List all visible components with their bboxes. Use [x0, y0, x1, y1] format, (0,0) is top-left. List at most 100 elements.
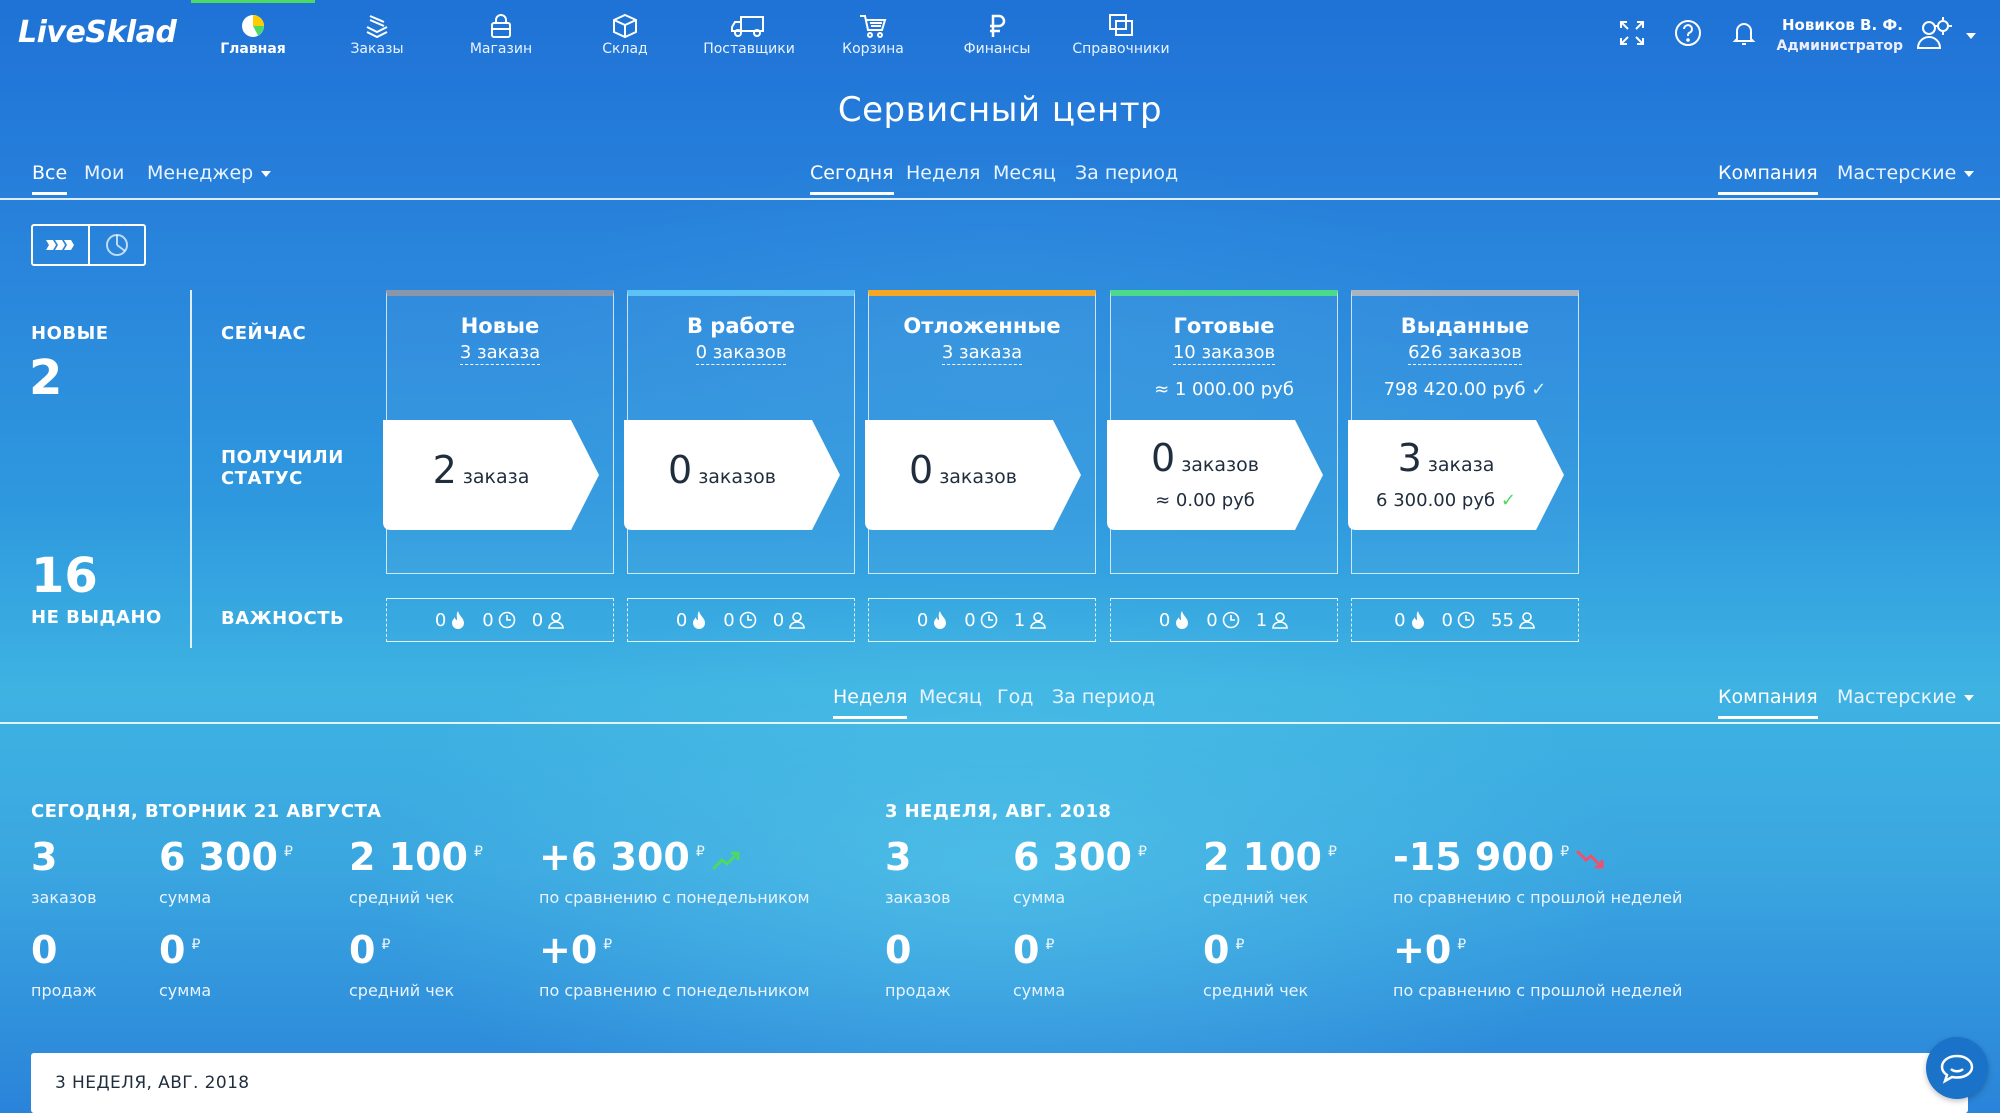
stat-value: 0 ₽ [159, 928, 200, 972]
stat-number: +0 [539, 928, 598, 972]
user-icon [789, 612, 805, 629]
nav-item-directories[interactable]: Справочники [1059, 0, 1183, 64]
got-status-label-line: СТАТУС [221, 468, 303, 489]
status-count-link[interactable]: 10 заказов [1111, 342, 1337, 365]
urgent-count[interactable]: 0 [435, 610, 466, 631]
got-status-arrow[interactable]: 0 заказов ≈ 0.00 руб [1107, 420, 1323, 530]
not-issued-label: НЕ ВЫДАНО [31, 607, 162, 628]
assigned-count[interactable]: 0 [532, 610, 565, 631]
user-menu-chevron-icon[interactable] [1966, 33, 1976, 39]
stats-scope-workshops-dropdown[interactable]: Мастерские [1837, 686, 1975, 716]
status-sum-value: 798 420.00 руб [1383, 379, 1526, 400]
overdue-count[interactable]: 0 [1442, 610, 1475, 631]
stats-scope-workshops-label: Мастерские [1837, 686, 1957, 708]
user-icon [1272, 612, 1288, 629]
got-status-word: заказов [939, 466, 1017, 488]
scope-workshops-dropdown[interactable]: Мастерские [1837, 162, 1975, 192]
overdue-count[interactable]: 0 [482, 610, 516, 631]
urgent-count[interactable]: 0 [1394, 610, 1425, 631]
status-count-link[interactable]: 3 заказа [869, 342, 1095, 365]
nav-item-label: Финансы [963, 41, 1031, 57]
nav-item-cart[interactable]: Корзина [811, 0, 935, 64]
assigned-count[interactable]: 0 [773, 610, 806, 631]
got-status-number: 0 [668, 448, 693, 492]
nav-item-orders[interactable]: Заказы [315, 0, 439, 64]
status-count: 10 заказов [1172, 342, 1276, 365]
stat-number: 3 [31, 835, 58, 879]
nav-item-suppliers[interactable]: Поставщики [687, 0, 811, 64]
nav-item-shop[interactable]: Магазин [439, 0, 563, 64]
got-status-arrow[interactable]: 0 заказов [624, 420, 840, 530]
stat-value: +0 ₽ [1393, 928, 1466, 972]
chat-button[interactable] [1926, 1037, 1988, 1099]
user-settings-icon[interactable] [1915, 14, 1953, 54]
got-status-arrow[interactable]: 3 заказа 6 300.00 руб ✓ [1348, 420, 1564, 530]
period-today[interactable]: Сегодня [810, 162, 894, 195]
filter-manager-dropdown[interactable]: Менеджер [147, 162, 272, 192]
scope-company[interactable]: Компания [1718, 162, 1818, 195]
stats-period-week[interactable]: Неделя [833, 686, 908, 719]
importance-postponed[interactable]: 0 0 1 [868, 598, 1096, 642]
currency-symbol: ₽ [1328, 844, 1337, 861]
status-count-link[interactable]: 3 заказа [387, 342, 613, 365]
fullscreen-icon[interactable] [1617, 18, 1647, 48]
overdue-count[interactable]: 0 [1206, 610, 1240, 631]
stats-period-month[interactable]: Месяц [919, 686, 982, 716]
user-name[interactable]: Новиков В. Ф. [1768, 16, 1903, 34]
stats-period-custom[interactable]: За период [1052, 686, 1155, 716]
urgent-value: 0 [1394, 609, 1406, 631]
got-status-count: 0 заказов [624, 448, 820, 492]
help-icon[interactable] [1673, 18, 1703, 48]
period-month[interactable]: Месяц [993, 162, 1056, 192]
nav-item-home[interactable]: Главная [191, 0, 315, 64]
status-column-new[interactable]: Новые 3 заказа 2 заказа [383, 290, 614, 574]
view-chart-button[interactable] [90, 226, 145, 264]
importance-ready[interactable]: 0 0 1 [1110, 598, 1338, 642]
urgent-count[interactable]: 0 [676, 610, 707, 631]
status-count-link[interactable]: 0 заказов [628, 342, 854, 365]
period-week[interactable]: Неделя [906, 162, 980, 192]
urgent-value: 0 [675, 609, 688, 631]
status-sum-value: ≈ 1 000.00 руб [1154, 379, 1294, 400]
got-status-count: 0 заказов [1107, 436, 1303, 480]
period-custom[interactable]: За период [1075, 162, 1178, 192]
stats-scope-company[interactable]: Компания [1718, 686, 1818, 719]
importance-new[interactable]: 0 0 0 [386, 598, 614, 642]
status-column-ready[interactable]: Готовые 10 заказов ≈ 1 000.00 руб 0 заказов ≈… [1107, 290, 1338, 574]
bell-icon[interactable] [1729, 18, 1759, 48]
importance-in-work[interactable]: 0 0 0 [627, 598, 855, 642]
got-status-arrow[interactable]: 2 заказа [383, 420, 599, 530]
assigned-value: 55 [1491, 609, 1514, 631]
app-logo[interactable]: LiveSklad [18, 15, 177, 50]
stat-value: 0 ₽ [1203, 928, 1244, 972]
got-status-sum-value: 6 300.00 руб [1376, 490, 1496, 511]
overdue-count[interactable]: 0 [964, 610, 998, 631]
status-column-postponed[interactable]: Отложенные 3 заказа 0 заказов [865, 290, 1096, 574]
urgent-count[interactable]: 0 [917, 610, 948, 631]
fire-icon [934, 611, 947, 629]
got-status-arrow[interactable]: 0 заказов [865, 420, 1081, 530]
currency-symbol: ₽ [474, 844, 483, 861]
filter-manager-label: Менеджер [147, 162, 254, 184]
nav-item-warehouse[interactable]: Склад [563, 0, 687, 64]
urgent-count[interactable]: 0 [1159, 610, 1190, 631]
stat-label: по сравнению с понедельником [539, 981, 810, 1000]
currency-symbol: ₽ [1560, 844, 1570, 861]
nav-item-finance[interactable]: Финансы [935, 0, 1059, 64]
filter-all[interactable]: Все [32, 162, 68, 195]
assigned-count[interactable]: 55 [1491, 610, 1536, 631]
pipeline-icon [46, 240, 75, 250]
overdue-count[interactable]: 0 [723, 610, 757, 631]
status-count-link[interactable]: 626 заказов [1352, 342, 1578, 365]
status-column-issued[interactable]: Выданные 626 заказов 798 420.00 руб ✓ 3 зака… [1348, 290, 1579, 574]
stats-period-year[interactable]: Год [997, 686, 1033, 716]
got-status-sum: 6 300.00 руб ✓ [1348, 490, 1544, 511]
filter-mine[interactable]: Мои [84, 162, 124, 192]
assigned-count[interactable]: 1 [1256, 610, 1289, 631]
assigned-count[interactable]: 1 [1014, 610, 1047, 631]
importance-issued[interactable]: 0 0 55 [1351, 598, 1579, 642]
got-status-count: 2 заказа [383, 448, 579, 492]
status-column-in-work[interactable]: В работе 0 заказов 0 заказов [624, 290, 855, 574]
view-pipeline-button[interactable] [33, 226, 90, 264]
got-status-word: заказов [698, 466, 776, 488]
